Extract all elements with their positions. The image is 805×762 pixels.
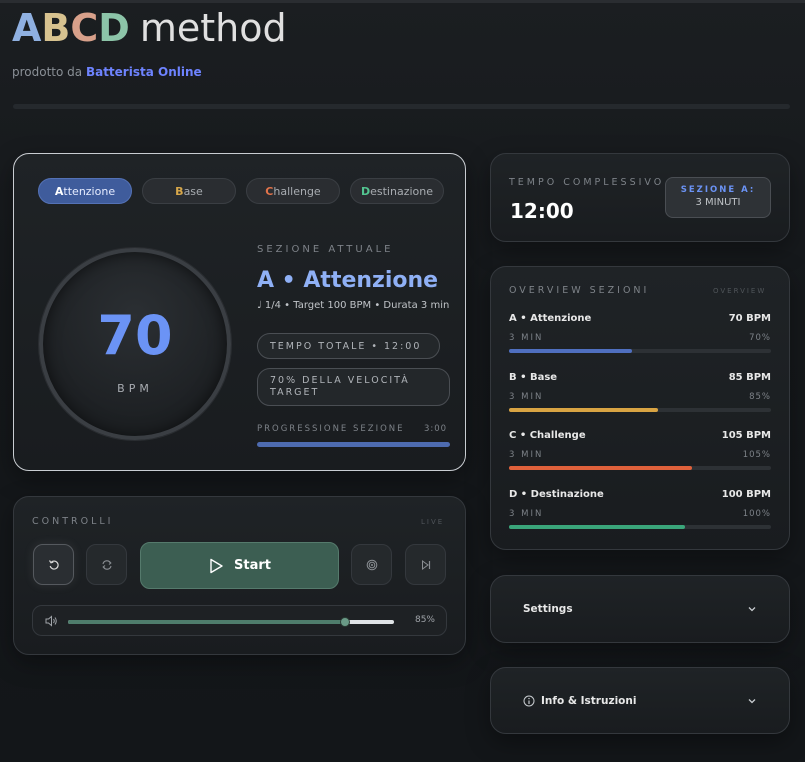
section-label: SEZIONE ATTUALE xyxy=(257,244,394,255)
total-time-value: 12:00 xyxy=(510,199,574,223)
overview-item-track xyxy=(509,408,771,412)
overview-item-bpm: 70 BPM xyxy=(728,313,771,324)
tab-letter: C xyxy=(265,184,274,198)
brand-link[interactable]: Batterista Online xyxy=(86,65,202,79)
overview-item-fill xyxy=(509,349,633,353)
overview-item-duration: 3 MIN xyxy=(509,392,544,402)
top-border xyxy=(0,0,805,3)
subtitle: prodotto da Batterista Online xyxy=(12,65,202,79)
speed-pill: 70% DELLA VELOCITÀ TARGET xyxy=(257,368,450,406)
bpm-dial[interactable]: 70 BPM xyxy=(39,248,231,440)
section-duration-badge: SEZIONE A: 3 MINUTI xyxy=(665,177,771,218)
tab-destinazione[interactable]: Destinazione xyxy=(350,178,444,204)
tab-label: hallenge xyxy=(273,184,321,198)
progress-time: 3:00 xyxy=(424,424,448,434)
overview-label: OVERVIEW SEZIONI xyxy=(509,285,650,296)
overview-item-duration: 3 MIN xyxy=(509,333,544,343)
section-progress-bar xyxy=(257,442,450,447)
badge-label: SEZIONE A: xyxy=(680,185,756,195)
volume-fill xyxy=(68,620,346,624)
logo-letter-a: A xyxy=(12,6,42,50)
overview-item-track xyxy=(509,466,771,470)
section-tabs: Attenzione Base Challenge Destinazione xyxy=(38,178,444,204)
overview-item-track xyxy=(509,525,771,529)
volume-control: 85% xyxy=(32,605,447,636)
overview-item-percent: 85% xyxy=(749,392,771,402)
target-icon xyxy=(366,559,377,570)
loop-icon xyxy=(101,559,112,570)
overview-item-name: C • Challenge xyxy=(509,430,586,441)
overview-item-percent: 100% xyxy=(742,509,771,519)
tab-letter: B xyxy=(175,184,184,198)
tab-label: ase xyxy=(183,184,203,198)
app-logo: ABCD method xyxy=(12,6,287,50)
overview-item-duration: 3 MIN xyxy=(509,450,544,460)
total-time-card: TEMPO COMPLESSIVO 12:00 SEZIONE A: 3 MIN… xyxy=(490,153,790,242)
settings-header: Settings xyxy=(523,576,573,642)
info-label: Info & Istruzioni xyxy=(541,694,637,707)
overview-tiny-label: OVERVIEW xyxy=(713,287,767,295)
skip-next-button[interactable] xyxy=(405,544,446,585)
bpm-value: 70 xyxy=(97,304,173,367)
tab-letter: A xyxy=(54,184,64,198)
info-icon xyxy=(523,695,535,706)
header-divider xyxy=(13,104,790,109)
controls-card: CONTROLLI LIVE Start 85% xyxy=(13,496,466,655)
loop-button[interactable] xyxy=(86,544,127,585)
controls-label: CONTROLLI xyxy=(32,516,114,527)
overview-item-fill xyxy=(509,525,685,529)
logo-word: method xyxy=(139,6,287,50)
section-title: A • Attenzione xyxy=(257,268,439,293)
reset-button[interactable] xyxy=(33,544,74,585)
volume-icon xyxy=(45,615,57,627)
volume-percent: 85% xyxy=(414,615,435,625)
play-icon xyxy=(210,558,223,573)
total-time-pill: TEMPO TOTALE • 12:00 xyxy=(257,333,440,359)
overview-item-fill xyxy=(509,408,659,412)
badge-value: 3 MINUTI xyxy=(695,197,741,208)
section-meta: ♩ 1/4 • Target 100 BPM • Durata 3 min xyxy=(257,300,450,311)
overview-item-name: D • Destinazione xyxy=(509,489,604,500)
reset-icon xyxy=(48,559,59,570)
overview-card: OVERVIEW SEZIONI OVERVIEW A • Attenzione… xyxy=(490,266,790,550)
overview-item-bpm: 85 BPM xyxy=(728,372,771,383)
overview-item-percent: 105% xyxy=(742,450,771,460)
start-label: Start xyxy=(234,558,271,573)
info-accordion[interactable]: Info & Istruzioni xyxy=(490,667,790,734)
chevron-down-icon xyxy=(748,698,756,703)
progress-label: PROGRESSIONE SEZIONE xyxy=(257,424,405,434)
tab-attenzione[interactable]: Attenzione xyxy=(38,178,132,204)
overview-item-name: A • Attenzione xyxy=(509,313,592,324)
logo-letter-d: D xyxy=(98,6,130,50)
volume-knob[interactable] xyxy=(340,617,351,627)
bpm-unit: BPM xyxy=(117,382,153,395)
subtitle-prefix: prodotto da xyxy=(12,65,83,79)
tab-label: estinazione xyxy=(370,184,434,198)
settings-label: Settings xyxy=(523,603,573,615)
skip-next-icon xyxy=(421,559,430,570)
overview-item-bpm: 105 BPM xyxy=(721,430,771,441)
tap-tempo-button[interactable] xyxy=(351,544,392,585)
tab-letter: D xyxy=(360,184,371,198)
settings-accordion[interactable]: Settings xyxy=(490,575,790,643)
live-label: LIVE xyxy=(421,518,445,526)
overview-item-duration: 3 MIN xyxy=(509,509,544,519)
current-section-card: Attenzione Base Challenge Destinazione 7… xyxy=(13,153,466,471)
total-time-label: TEMPO COMPLESSIVO xyxy=(509,177,665,188)
tab-base[interactable]: Base xyxy=(142,178,236,204)
tab-challenge[interactable]: Challenge xyxy=(246,178,340,204)
overview-item-track xyxy=(509,349,771,353)
overview-item-name: B • Base xyxy=(509,372,558,383)
tab-label: ttenzione xyxy=(63,184,116,198)
start-button[interactable]: Start xyxy=(140,542,339,589)
volume-slider[interactable] xyxy=(68,617,394,627)
chevron-down-icon xyxy=(748,607,756,612)
overview-item-percent: 70% xyxy=(749,333,771,343)
logo-letter-c: C xyxy=(70,6,99,50)
logo-letter-b: B xyxy=(41,6,71,50)
info-header: Info & Istruzioni xyxy=(523,668,636,733)
overview-item-bpm: 100 BPM xyxy=(721,489,771,500)
overview-item-fill xyxy=(509,466,693,470)
